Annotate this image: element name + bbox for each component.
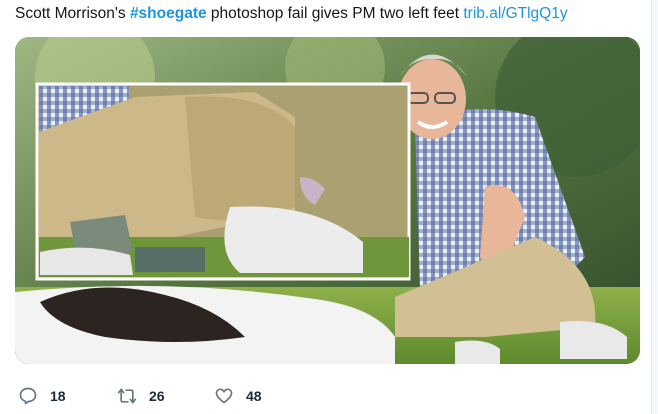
retweet-button[interactable]: 26: [117, 382, 165, 410]
hashtag-link[interactable]: #shoegate: [130, 5, 207, 22]
reply-button[interactable]: 18: [18, 382, 66, 410]
heart-icon: [215, 388, 233, 404]
tweet-photo[interactable]: [15, 37, 640, 364]
photo-illustration: [15, 37, 640, 364]
retweet-count: 26: [149, 388, 165, 404]
retweet-icon: [117, 388, 137, 404]
tweet-text: Scott Morrison's #shoegate photoshop fai…: [15, 4, 645, 24]
tweet-url-link[interactable]: trib.al/GTlgQ1y: [463, 5, 567, 22]
like-count: 48: [246, 388, 262, 404]
tweet-text-after: photoshop fail gives PM two left feet: [206, 5, 464, 22]
reply-icon: [19, 387, 37, 405]
scrollbar[interactable]: [651, 0, 658, 414]
tweet-actions: 18 26 48: [15, 382, 335, 410]
tweet-text-before: Scott Morrison's: [15, 5, 130, 22]
reply-count: 18: [50, 388, 66, 404]
like-button[interactable]: 48: [214, 382, 262, 410]
